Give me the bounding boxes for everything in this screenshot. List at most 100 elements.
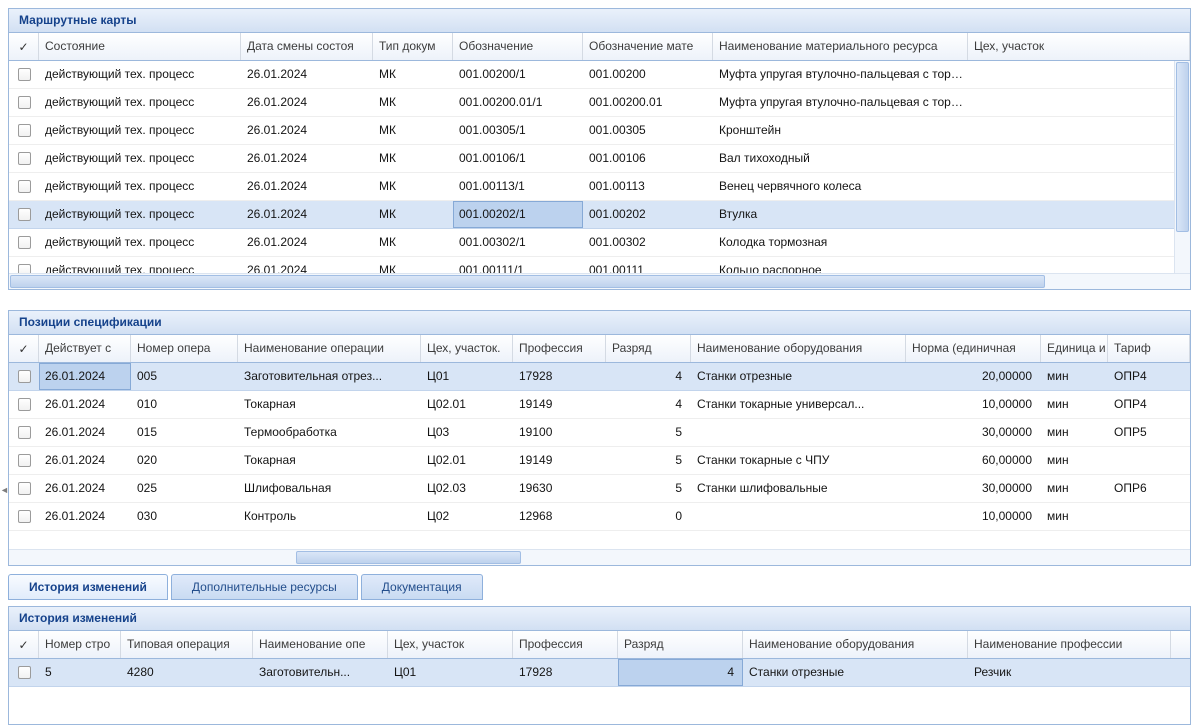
tab-0[interactable]: История изменений: [8, 574, 168, 600]
grid-cell[interactable]: 001.00106/1: [453, 145, 583, 172]
grid-cell[interactable]: 001.00302: [583, 229, 713, 256]
table-row[interactable]: 26.01.2024020ТокарнаяЦ02.01191495Станки …: [9, 447, 1190, 475]
grid-cell[interactable]: 001.00202/1: [453, 201, 583, 228]
grid-cell[interactable]: Ц01: [388, 659, 513, 686]
grid-cell[interactable]: 4: [618, 659, 743, 686]
grid-cell[interactable]: 19630: [513, 475, 606, 502]
grid-cell[interactable]: действующий тех. процесс: [39, 229, 241, 256]
grid-cell[interactable]: 001.00200: [583, 61, 713, 88]
grid-cell[interactable]: 4: [606, 391, 691, 418]
tab-2[interactable]: Документация: [361, 574, 483, 600]
grid-cell[interactable]: Заготовительная отрез...: [238, 363, 421, 390]
grid-cell[interactable]: действующий тех. процесс: [39, 89, 241, 116]
grid-cell[interactable]: Муфта упругая втулочно-пальцевая с тормо…: [713, 89, 968, 116]
grid-cell[interactable]: [968, 117, 1190, 144]
grid-cell[interactable]: [1108, 447, 1190, 474]
grid-cell[interactable]: [691, 503, 906, 530]
grid-cell[interactable]: Термообработка: [238, 419, 421, 446]
grid-cell[interactable]: мин: [1041, 447, 1108, 474]
grid-cell[interactable]: 001.00305: [583, 117, 713, 144]
grid-cell[interactable]: 001.00200.01: [583, 89, 713, 116]
grid-cell[interactable]: мин: [1041, 391, 1108, 418]
row-checkbox[interactable]: [18, 180, 31, 193]
grid-cell[interactable]: Муфта упругая втулочно-пальцевая с тормо…: [713, 61, 968, 88]
grid-cell[interactable]: МК: [373, 229, 453, 256]
table-row[interactable]: действующий тех. процесс26.01.2024МК 001.…: [9, 229, 1190, 257]
grid-cell[interactable]: 10,00000: [906, 391, 1041, 418]
grid-cell[interactable]: ОПР4: [1108, 391, 1190, 418]
grid-cell[interactable]: 010: [131, 391, 238, 418]
column-header-5[interactable]: Наименование материального ресурса: [713, 33, 968, 60]
grid-cell[interactable]: 001.00113: [583, 173, 713, 200]
grid-cell[interactable]: 001.00200/1: [453, 61, 583, 88]
scrollbar-thumb[interactable]: [1176, 62, 1189, 232]
table-row[interactable]: действующий тех. процесс26.01.2024МК001.…: [9, 257, 1190, 273]
grid-cell[interactable]: [968, 173, 1190, 200]
grid-cell[interactable]: [968, 257, 1190, 273]
grid-cell[interactable]: [968, 89, 1190, 116]
grid-cell[interactable]: Вал тихоходный: [713, 145, 968, 172]
grid-cell[interactable]: [968, 145, 1190, 172]
table-row[interactable]: действующий тех. процесс26.01.2024МК001.…: [9, 61, 1190, 89]
column-header-1[interactable]: Номер опера: [131, 335, 238, 362]
grid-cell[interactable]: [691, 419, 906, 446]
column-header-7[interactable]: Наименование профессии: [968, 631, 1171, 658]
grid-cell[interactable]: 26.01.2024: [241, 229, 373, 256]
grid-cell[interactable]: 001.00113/1: [453, 173, 583, 200]
grid-cell[interactable]: 0: [606, 503, 691, 530]
row-checkbox[interactable]: [18, 454, 31, 467]
column-header-0[interactable]: Номер стро: [39, 631, 121, 658]
grid-cell[interactable]: 4: [606, 363, 691, 390]
grid-cell[interactable]: Резчик: [968, 659, 1171, 686]
table-row[interactable]: 54280Заготовительн...Ц01179284Станки отр…: [9, 659, 1190, 687]
grid-cell[interactable]: 19149: [513, 391, 606, 418]
column-header-0[interactable]: Действует с: [39, 335, 131, 362]
spec-positions-horizontal-scrollbar[interactable]: [9, 549, 1190, 565]
column-header-1[interactable]: Дата смены состоя: [241, 33, 373, 60]
row-checkbox[interactable]: [18, 264, 31, 273]
grid-cell[interactable]: 001.00202: [583, 201, 713, 228]
tab-1[interactable]: Дополнительные ресурсы: [171, 574, 358, 600]
grid-cell[interactable]: 26.01.2024: [39, 475, 131, 502]
grid-cell[interactable]: МК: [373, 89, 453, 116]
row-checkbox[interactable]: [18, 236, 31, 249]
column-header-4[interactable]: Профессия: [513, 631, 618, 658]
grid-cell[interactable]: ОПР5: [1108, 419, 1190, 446]
grid-cell[interactable]: Ц01: [421, 363, 513, 390]
grid-cell[interactable]: Станки токарные с ЧПУ: [691, 447, 906, 474]
column-header-1[interactable]: Типовая операция: [121, 631, 253, 658]
grid-cell[interactable]: Венец червячного колеса: [713, 173, 968, 200]
grid-cell[interactable]: 26.01.2024: [39, 419, 131, 446]
column-header-3[interactable]: Цех, участок.: [421, 335, 513, 362]
scrollbar-thumb[interactable]: [10, 275, 1045, 288]
column-header-0[interactable]: Состояние: [39, 33, 241, 60]
grid-cell[interactable]: 030: [131, 503, 238, 530]
table-row[interactable]: действующий тех. процесс26.01.2024МК001.…: [9, 145, 1190, 173]
grid-cell[interactable]: Ц02.01: [421, 391, 513, 418]
grid-cell[interactable]: Колодка тормозная: [713, 229, 968, 256]
grid-cell[interactable]: 26.01.2024: [241, 257, 373, 273]
grid-cell[interactable]: Заготовительн...: [253, 659, 388, 686]
grid-cell[interactable]: 025: [131, 475, 238, 502]
table-row[interactable]: 26.01.2024005Заготовительная отрез...Ц01…: [9, 363, 1190, 391]
grid-cell[interactable]: 20,00000: [906, 363, 1041, 390]
grid-cell[interactable]: мин: [1041, 419, 1108, 446]
grid-cell[interactable]: 001.00106: [583, 145, 713, 172]
grid-cell[interactable]: 26.01.2024: [39, 447, 131, 474]
grid-cell[interactable]: [1108, 503, 1190, 530]
grid-cell[interactable]: 17928: [513, 363, 606, 390]
route_maps-vertical-scrollbar[interactable]: [1174, 61, 1190, 273]
grid-cell[interactable]: ОПР6: [1108, 475, 1190, 502]
route-maps-horizontal-scrollbar[interactable]: [9, 273, 1190, 289]
grid-cell[interactable]: 015: [131, 419, 238, 446]
grid-cell[interactable]: Станки отрезные: [691, 363, 906, 390]
grid-cell[interactable]: 26.01.2024: [241, 173, 373, 200]
column-header-4[interactable]: Обозначение мате: [583, 33, 713, 60]
table-row[interactable]: 26.01.2024015ТермообработкаЦ0319100530,0…: [9, 419, 1190, 447]
grid-cell[interactable]: 26.01.2024: [39, 363, 131, 390]
grid-cell[interactable]: действующий тех. процесс: [39, 257, 241, 273]
grid-cell[interactable]: 60,00000: [906, 447, 1041, 474]
grid-cell[interactable]: 17928: [513, 659, 618, 686]
check-column-header[interactable]: ✓: [9, 335, 39, 362]
grid-cell[interactable]: Ц02.01: [421, 447, 513, 474]
